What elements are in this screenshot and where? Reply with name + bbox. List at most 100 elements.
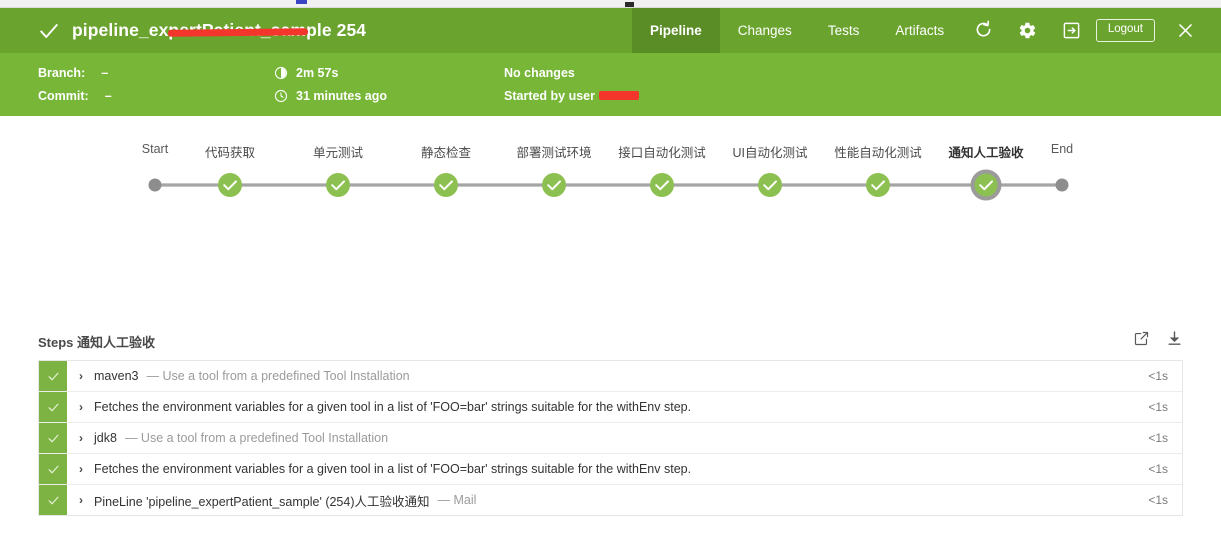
tab-tests-label: Tests xyxy=(828,23,860,38)
settings-button[interactable] xyxy=(1006,8,1050,53)
exit-to-app-icon xyxy=(1062,21,1081,40)
changes-value: No changes xyxy=(504,66,575,80)
stage-label-6[interactable]: UI自动化测试 xyxy=(732,142,807,161)
node-stage-2[interactable] xyxy=(326,173,350,197)
stage-label-1[interactable]: 代码获取 xyxy=(205,142,255,161)
step-content: › Fetches the environment variables for … xyxy=(67,392,1148,422)
run-title-group: pipeline_expertPatient_sample 254 xyxy=(38,20,366,42)
step-duration: <1s xyxy=(1148,454,1182,484)
step-content: › PineLine 'pipeline_expertPatient_sampl… xyxy=(67,485,1148,515)
tab-changes[interactable]: Changes xyxy=(720,8,810,53)
chevron-right-icon[interactable]: › xyxy=(79,493,83,507)
step-status-success xyxy=(39,392,67,422)
node-stage-1[interactable] xyxy=(218,173,242,197)
duration-value: 2m 57s xyxy=(296,66,338,80)
step-duration: <1s xyxy=(1148,361,1182,391)
step-content: › Fetches the environment variables for … xyxy=(67,454,1148,484)
step-status-success xyxy=(39,485,67,515)
tab-artifacts[interactable]: Artifacts xyxy=(877,8,962,53)
tab-tests[interactable]: Tests xyxy=(810,8,878,53)
branch-value: – xyxy=(101,66,108,80)
branch-label: Branch: xyxy=(38,66,85,80)
steps-header: Steps 通知人工验收 xyxy=(38,330,1183,352)
started-by-info: Started by user xyxy=(504,85,904,106)
page-title: pipeline_expertPatient_sample 254 xyxy=(72,20,366,41)
stage-label-7[interactable]: 性能自动化测试 xyxy=(834,142,922,161)
step-name: Fetches the environment variables for a … xyxy=(94,462,691,476)
header-actions: Logout xyxy=(962,8,1207,53)
stage-label-2[interactable]: 单元测试 xyxy=(313,142,363,161)
exit-to-app-button[interactable] xyxy=(1050,8,1094,53)
node-stage-4[interactable] xyxy=(542,173,566,197)
changes-info: No changes xyxy=(504,62,904,83)
node-end[interactable] xyxy=(1056,179,1069,192)
chevron-right-icon[interactable]: › xyxy=(79,431,83,445)
step-description: — Mail xyxy=(438,493,477,507)
duration-info: 2m 57s xyxy=(274,62,504,83)
chevron-right-icon[interactable]: › xyxy=(79,400,83,414)
tab-artifacts-label: Artifacts xyxy=(895,23,944,38)
table-row[interactable]: › maven3 — Use a tool from a predefined … xyxy=(39,360,1182,391)
node-stage-6[interactable] xyxy=(758,173,782,197)
pipeline-run-page: pipeline_expertPatient_sample 254 Pipeli… xyxy=(0,0,1221,538)
check-icon xyxy=(47,463,60,476)
step-description: — Use a tool from a predefined Tool Inst… xyxy=(146,369,409,383)
table-row[interactable]: › Fetches the environment variables for … xyxy=(39,453,1182,484)
browser-chrome-strip xyxy=(0,0,1221,8)
node-stage-3[interactable] xyxy=(434,173,458,197)
open-external-icon[interactable] xyxy=(1133,330,1150,347)
step-status-success xyxy=(39,361,67,391)
steps-header-title: Steps 通知人工验收 xyxy=(38,332,155,351)
steps-header-actions xyxy=(1133,330,1183,347)
stage-label-start[interactable]: Start xyxy=(142,142,168,156)
node-stage-7[interactable] xyxy=(866,173,890,197)
table-row[interactable]: › Fetches the environment variables for … xyxy=(39,391,1182,422)
commit-label: Commit: xyxy=(38,89,89,103)
step-name: Fetches the environment variables for a … xyxy=(94,400,691,414)
close-button[interactable] xyxy=(1163,8,1207,53)
rerun-button[interactable] xyxy=(962,8,1006,53)
step-status-success xyxy=(39,454,67,484)
stopwatch-icon xyxy=(274,66,288,80)
started-by-label: Started by user xyxy=(504,89,595,103)
stage-label-3[interactable]: 静态检查 xyxy=(421,142,471,161)
step-name: PineLine 'pipeline_expertPatient_sample'… xyxy=(94,491,430,510)
branch-info: Branch: – xyxy=(38,62,278,83)
username-redaction-mark xyxy=(599,91,639,100)
chevron-right-icon[interactable]: › xyxy=(79,369,83,383)
node-stage-8-selected[interactable] xyxy=(971,170,1002,201)
steps-list: › maven3 — Use a tool from a predefined … xyxy=(38,360,1183,516)
commit-value: – xyxy=(105,89,112,103)
stage-label-5[interactable]: 接口自动化测试 xyxy=(618,142,706,161)
stage-label-4[interactable]: 部署测试环境 xyxy=(516,142,591,161)
pipeline-graph-svg xyxy=(0,116,1221,320)
commit-info: Commit: – xyxy=(38,85,278,106)
step-status-success xyxy=(39,423,67,453)
logout-button[interactable]: Logout xyxy=(1096,19,1155,42)
step-description: — Use a tool from a predefined Tool Inst… xyxy=(125,431,388,445)
tab-changes-label: Changes xyxy=(738,23,792,38)
chevron-right-icon[interactable]: › xyxy=(79,462,83,476)
pipeline-graph: Start 代码获取 单元测试 静态检查 部署测试环境 接口自动化测试 UI自动… xyxy=(0,116,1221,320)
step-name: maven3 xyxy=(94,369,138,383)
check-icon xyxy=(38,20,60,42)
step-name: jdk8 xyxy=(94,431,117,445)
table-row[interactable]: › PineLine 'pipeline_expertPatient_sampl… xyxy=(39,484,1182,515)
download-icon[interactable] xyxy=(1166,330,1183,347)
clock-icon xyxy=(274,89,288,103)
run-info-bar: Branch: – Commit: – 2m 57s 31 minutes ag… xyxy=(0,53,1221,116)
table-row[interactable]: › jdk8 — Use a tool from a predefined To… xyxy=(39,422,1182,453)
close-icon xyxy=(1176,21,1195,40)
tab-pipeline[interactable]: Pipeline xyxy=(632,8,720,53)
stage-label-8-selected[interactable]: 通知人工验收 xyxy=(948,142,1023,161)
step-content: › jdk8 — Use a tool from a predefined To… xyxy=(67,423,1148,453)
step-duration: <1s xyxy=(1148,392,1182,422)
node-start[interactable] xyxy=(149,179,162,192)
step-content: › maven3 — Use a tool from a predefined … xyxy=(67,361,1148,391)
check-icon xyxy=(47,401,60,414)
stage-label-end[interactable]: End xyxy=(1051,142,1073,156)
step-duration: <1s xyxy=(1148,423,1182,453)
run-nav-tabs: Pipeline Changes Tests Artifacts xyxy=(632,8,962,53)
node-stage-5[interactable] xyxy=(650,173,674,197)
gear-icon xyxy=(1018,21,1037,40)
